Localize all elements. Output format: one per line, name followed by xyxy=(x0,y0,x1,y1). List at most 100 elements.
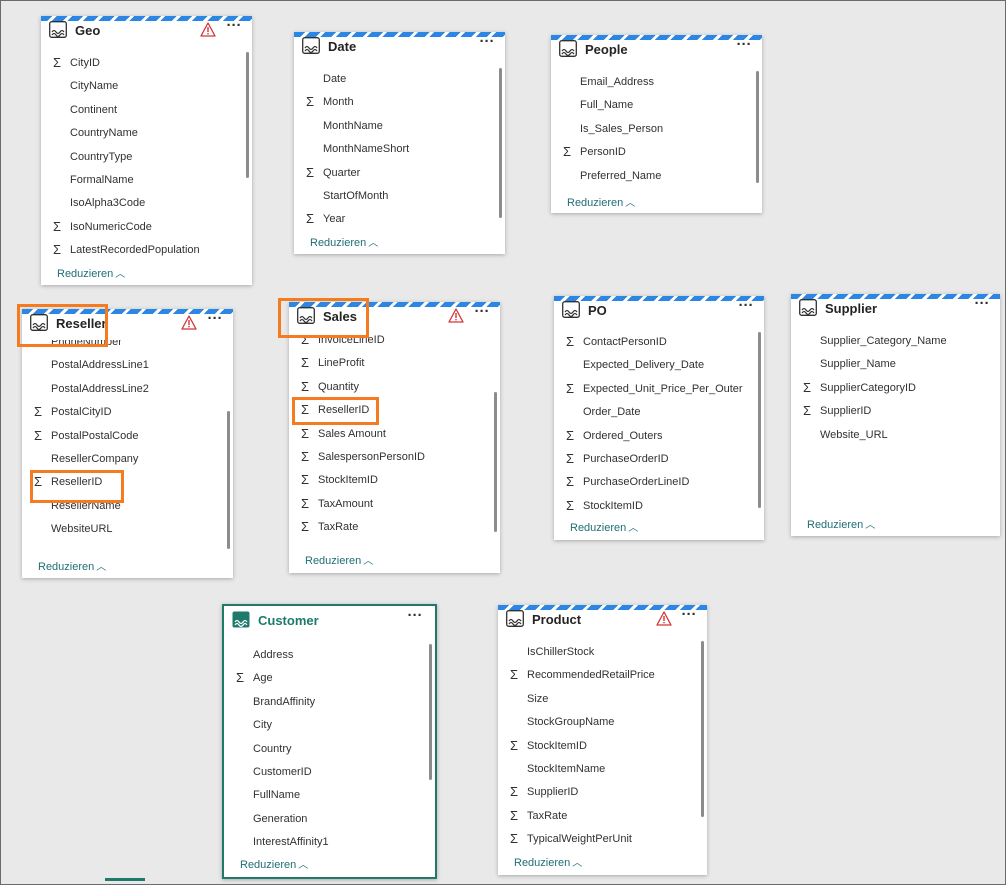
scrollbar[interactable] xyxy=(429,644,432,780)
scrollbar[interactable] xyxy=(499,68,502,218)
table-card-date[interactable]: Date ··· Date Σ Month MonthName MonthNameSho… xyxy=(294,32,505,254)
field-row[interactable]: MonthNameShort xyxy=(294,140,495,160)
warning-icon[interactable] xyxy=(200,22,216,37)
field-row[interactable]: FormalName xyxy=(41,171,242,191)
more-options-icon[interactable]: ··· xyxy=(972,296,992,317)
field-row[interactable]: Generation xyxy=(224,810,425,830)
collapse-button[interactable]: Reduzieren ︿ xyxy=(567,194,635,209)
more-options-icon[interactable]: ··· xyxy=(224,18,244,39)
more-options-icon[interactable]: ··· xyxy=(472,304,492,325)
field-row[interactable]: Address xyxy=(224,646,425,666)
field-row[interactable]: MonthName xyxy=(294,117,495,137)
field-row[interactable]: Σ StockItemID xyxy=(498,737,697,757)
more-options-icon[interactable]: ··· xyxy=(679,607,699,628)
scrollbar[interactable] xyxy=(756,71,759,183)
table-card-reseller[interactable]: Reseller ··· PhoneNumber PostalAddressLin… xyxy=(22,309,233,578)
field-row[interactable]: Σ CityID xyxy=(41,54,242,74)
field-row[interactable]: FullName xyxy=(224,786,425,806)
warning-icon[interactable] xyxy=(181,315,197,330)
table-card-geo[interactable]: Geo ··· Σ CityID CityName Continent CountryN… xyxy=(41,16,252,285)
field-row[interactable]: Σ Month xyxy=(294,93,495,113)
collapse-button[interactable]: Reduzieren ︿ xyxy=(240,856,308,871)
table-card-supplier[interactable]: Supplier ··· Supplier_Category_Name Suppl… xyxy=(791,294,1000,536)
table-card-sales[interactable]: Sales ··· Σ InvoiceLineID Σ LineProfit Σ Quan… xyxy=(289,302,500,573)
field-row[interactable]: Σ PurchaseOrderLineID xyxy=(554,473,754,493)
field-row[interactable]: Σ PostalPostalCode xyxy=(22,427,223,447)
warning-icon[interactable] xyxy=(448,308,464,323)
field-row[interactable]: Σ TaxRate xyxy=(498,807,697,827)
more-options-icon[interactable]: ··· xyxy=(734,37,754,58)
field-row[interactable]: Σ SupplierCategoryID xyxy=(791,379,990,399)
field-row[interactable]: ResellerCompany xyxy=(22,450,223,470)
field-row[interactable]: Full_Name xyxy=(551,96,752,116)
field-row[interactable]: PostalAddressLine2 xyxy=(22,380,223,400)
field-row[interactable]: Order_Date xyxy=(554,403,754,423)
field-row[interactable]: Σ SupplierID xyxy=(498,783,697,803)
field-row[interactable]: Σ Quarter xyxy=(294,164,495,184)
field-row[interactable]: WebsiteURL xyxy=(22,520,223,540)
field-row[interactable]: Σ SupplierID xyxy=(791,402,990,422)
field-row[interactable]: Supplier_Name xyxy=(791,355,990,375)
more-options-icon[interactable]: ··· xyxy=(205,311,225,332)
table-card-people[interactable]: People ··· Email_Address Full_Name Is_Sale… xyxy=(551,35,762,213)
collapse-button[interactable]: Reduzieren ︿ xyxy=(57,265,125,280)
field-row[interactable]: IsChillerStock xyxy=(498,643,697,663)
field-row[interactable]: BrandAffinity xyxy=(224,693,425,713)
field-row[interactable]: Σ Sales Amount xyxy=(289,425,490,445)
field-row[interactable]: Σ TaxAmount xyxy=(289,495,490,515)
field-row[interactable]: Σ LatestRecordedPopulation xyxy=(41,241,242,261)
more-options-icon[interactable]: ··· xyxy=(477,34,497,55)
field-row[interactable]: Expected_Delivery_Date xyxy=(554,356,754,376)
scrollbar[interactable] xyxy=(246,52,249,178)
table-card-product[interactable]: Product ··· IsChillerStock Σ RecommendedRe… xyxy=(498,605,707,875)
field-row[interactable]: Σ TaxRate xyxy=(289,518,490,538)
field-row[interactable]: Country xyxy=(224,740,425,760)
more-options-icon[interactable]: ··· xyxy=(405,608,425,629)
table-card-po[interactable]: PO ··· Σ ContactPersonID Expected_Delivery… xyxy=(554,296,764,540)
field-row[interactable]: CountryType xyxy=(41,148,242,168)
field-row[interactable]: Σ ContactPersonID xyxy=(554,333,754,353)
field-row[interactable]: Σ Ordered_Outers xyxy=(554,427,754,447)
field-row[interactable]: Σ StockItemID xyxy=(554,497,754,515)
field-row[interactable]: Σ SalespersonPersonID xyxy=(289,448,490,468)
field-row[interactable]: Σ PersonID xyxy=(551,143,752,163)
field-row[interactable]: Σ TypicalWeightPerUnit xyxy=(498,830,697,850)
table-card-customer[interactable]: Customer ··· Address Σ Age BrandAffinity Cit… xyxy=(222,604,437,879)
warning-icon[interactable] xyxy=(656,611,672,626)
field-row[interactable]: Σ Expected_Unit_Price_Per_Outer xyxy=(554,380,754,400)
field-row[interactable]: Σ LineProfit xyxy=(289,354,490,374)
scrollbar[interactable] xyxy=(701,641,704,817)
field-row[interactable]: CountryName xyxy=(41,124,242,144)
collapse-button[interactable]: Reduzieren ︿ xyxy=(807,516,875,531)
scrollbar[interactable] xyxy=(758,332,761,508)
field-row[interactable]: Σ IsoNumericCode xyxy=(41,218,242,238)
more-options-icon[interactable]: ··· xyxy=(736,298,756,319)
field-row[interactable]: Email_Address xyxy=(551,73,752,93)
field-row[interactable]: CustomerID xyxy=(224,763,425,783)
field-row[interactable]: StockGroupName xyxy=(498,713,697,733)
collapse-button[interactable]: Reduzieren ︿ xyxy=(38,558,106,573)
field-row[interactable]: Σ StockItemID xyxy=(289,471,490,491)
field-row[interactable]: StockItemName xyxy=(498,760,697,780)
collapse-button[interactable]: Reduzieren ︿ xyxy=(514,854,582,869)
field-row[interactable]: InterestAffinity1 xyxy=(224,833,425,853)
scrollbar[interactable] xyxy=(227,411,230,549)
field-row[interactable]: Is_Sales_Person xyxy=(551,120,752,140)
field-row[interactable]: Σ PurchaseOrderID xyxy=(554,450,754,470)
field-row[interactable]: Σ Quantity xyxy=(289,378,490,398)
field-row[interactable]: Continent xyxy=(41,101,242,121)
field-row[interactable]: Website_URL xyxy=(791,426,990,446)
field-row[interactable]: Σ RecommendedRetailPrice xyxy=(498,666,697,686)
collapse-button[interactable]: Reduzieren ︿ xyxy=(310,234,378,249)
field-row[interactable]: Σ PostalCityID xyxy=(22,403,223,423)
scrollbar[interactable] xyxy=(494,392,497,532)
field-row[interactable]: Preferred_Name xyxy=(551,167,752,187)
field-row[interactable]: PostalAddressLine1 xyxy=(22,356,223,376)
field-row[interactable]: Date xyxy=(294,70,495,90)
field-row[interactable]: Size xyxy=(498,690,697,710)
field-row[interactable]: StartOfMonth xyxy=(294,187,495,207)
field-row[interactable]: IsoAlpha3Code xyxy=(41,194,242,214)
field-row[interactable]: City xyxy=(224,716,425,736)
field-row[interactable]: Σ Age xyxy=(224,669,425,689)
collapse-button[interactable]: Reduzieren ︿ xyxy=(305,552,373,567)
